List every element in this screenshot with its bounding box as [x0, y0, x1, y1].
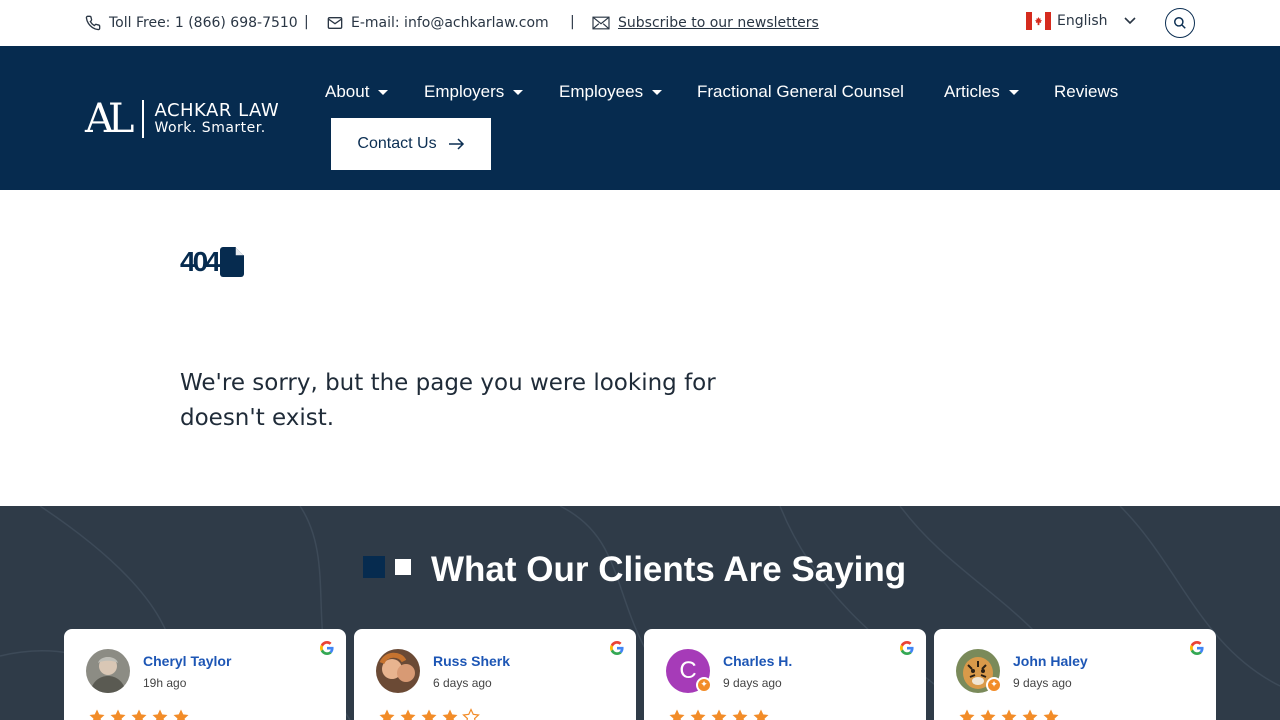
file-icon	[219, 247, 244, 277]
logo-mark: AL	[85, 96, 135, 142]
star-icon	[732, 709, 748, 720]
language-label: English	[1057, 13, 1108, 29]
star-icon	[669, 709, 685, 720]
phone-text: Toll Free: 1 (866) 698-7510	[109, 15, 298, 31]
top-bar: Toll Free: 1 (866) 698-7510 | E-mail: in…	[0, 0, 1280, 46]
phone-link[interactable]: Toll Free: 1 (866) 698-7510	[85, 13, 298, 33]
caret-down-icon	[1008, 89, 1019, 95]
reviewer-name[interactable]: John Haley	[1013, 653, 1088, 669]
logo-tagline: Work. Smarter.	[154, 120, 266, 137]
star-icon	[421, 709, 437, 720]
nav-item-reviews[interactable]: Reviews	[1054, 82, 1118, 102]
email-text: E-mail: info@achkarlaw.com	[351, 15, 549, 31]
avatar	[376, 649, 420, 693]
star-icon	[400, 709, 416, 720]
avatar	[86, 649, 130, 693]
star-icon	[110, 709, 126, 720]
decorative-square	[363, 556, 385, 578]
mail-icon	[327, 17, 343, 29]
contact-us-label: Contact Us	[357, 135, 437, 152]
star-icon	[131, 709, 147, 720]
chevron-down-icon	[1123, 17, 1136, 25]
nav-item-label: Employees	[559, 82, 644, 101]
testimonials-section: What Our Clients Are Saying Cheryl Taylo…	[0, 506, 1280, 720]
email-link[interactable]: E-mail: info@achkarlaw.com	[327, 13, 549, 33]
star-icon	[89, 709, 105, 720]
google-icon	[610, 641, 624, 655]
nav-item-about[interactable]: About	[325, 82, 389, 102]
nav-item-articles[interactable]: Articles	[944, 82, 1019, 102]
google-icon	[900, 641, 914, 655]
star-rating	[88, 708, 190, 720]
newsletter-icon	[592, 16, 610, 30]
canada-flag-icon	[1026, 12, 1051, 30]
review-card[interactable]: C ✦ Charles H. 9 days ago	[644, 629, 926, 720]
nav-item-label: Fractional General Counsel	[697, 82, 904, 101]
caret-down-icon	[652, 89, 663, 95]
nav-item-label: Employers	[424, 82, 505, 101]
review-time: 6 days ago	[433, 676, 492, 690]
review-time: 19h ago	[143, 676, 187, 690]
subscribe-link[interactable]: Subscribe to our newsletters	[592, 13, 819, 33]
caret-down-icon	[378, 89, 389, 95]
main-navigation: AL ACHKAR LAW Work. Smarter. About Emplo…	[0, 46, 1280, 190]
star-icon	[1001, 709, 1017, 720]
arrow-right-icon	[448, 138, 464, 150]
nav-item-label: Articles	[944, 82, 1000, 101]
star-rating	[378, 708, 480, 720]
star-icon	[173, 709, 189, 720]
language-selector[interactable]: English	[1026, 12, 1136, 30]
subscribe-text: Subscribe to our newsletters	[618, 15, 819, 31]
star-icon	[711, 709, 727, 720]
star-icon	[959, 709, 975, 720]
review-time: 9 days ago	[1013, 676, 1072, 690]
logo-name: ACHKAR LAW	[154, 100, 280, 122]
review-time: 9 days ago	[723, 676, 782, 690]
review-card[interactable]: Russ Sherk 6 days ago	[354, 629, 636, 720]
nav-item-fractional-general-counsel[interactable]: Fractional General Counsel	[697, 82, 904, 102]
local-guide-badge-icon: ✦	[696, 677, 712, 693]
star-rating	[958, 708, 1060, 720]
star-icon	[753, 709, 769, 720]
star-icon	[980, 709, 996, 720]
search-button[interactable]	[1165, 8, 1195, 38]
error-heading: 404	[180, 246, 244, 278]
star-empty-icon	[462, 708, 480, 720]
nav-item-employers[interactable]: Employers	[424, 82, 524, 102]
error-message: We're sorry, but the page you were looki…	[180, 370, 716, 431]
reviewer-name[interactable]: Cheryl Taylor	[143, 653, 231, 669]
testimonials-title: What Our Clients Are Saying	[431, 550, 907, 589]
logo-text: ACHKAR LAW Work. Smarter.	[154, 101, 279, 136]
separator: |	[304, 14, 309, 30]
phone-icon	[85, 15, 101, 31]
separator: |	[570, 14, 575, 30]
star-icon	[690, 709, 706, 720]
reviewer-name[interactable]: Charles H.	[723, 653, 792, 669]
review-card[interactable]: Cheryl Taylor 19h ago	[64, 629, 346, 720]
reviewer-name[interactable]: Russ Sherk	[433, 653, 510, 669]
local-guide-badge-icon: ✦	[986, 677, 1002, 693]
contact-us-button[interactable]: Contact Us	[331, 118, 491, 170]
star-icon	[152, 709, 168, 720]
star-icon	[1022, 709, 1038, 720]
site-logo[interactable]: AL ACHKAR LAW Work. Smarter.	[85, 96, 285, 142]
nav-item-employees[interactable]: Employees	[559, 82, 663, 102]
star-icon	[442, 709, 458, 720]
star-icon	[1043, 709, 1059, 720]
caret-down-icon	[513, 89, 524, 95]
logo-divider	[142, 100, 145, 138]
decorative-square	[395, 559, 411, 575]
nav-item-label: About	[325, 82, 370, 101]
error-code: 404	[180, 246, 221, 277]
review-card[interactable]: ✦ John Haley 9 days ago	[934, 629, 1216, 720]
google-icon	[1190, 641, 1204, 655]
star-rating	[668, 708, 770, 720]
star-icon	[379, 709, 395, 720]
google-icon	[320, 641, 334, 655]
nav-item-label: Reviews	[1054, 82, 1119, 101]
search-icon	[1174, 17, 1186, 29]
